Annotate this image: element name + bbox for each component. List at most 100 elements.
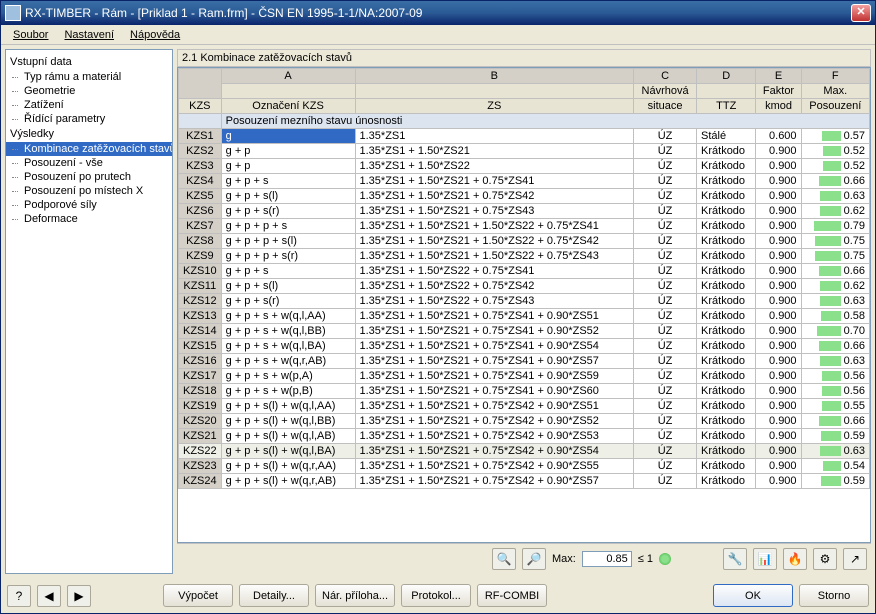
- cell-situace[interactable]: ÚZ: [634, 384, 697, 399]
- cell-situace[interactable]: ÚZ: [634, 189, 697, 204]
- cell-zs[interactable]: 1.35*ZS1 + 1.50*ZS21 + 1.50*ZS22 + 0.75*…: [355, 219, 634, 234]
- cell-ttz[interactable]: Krátkodo: [697, 369, 756, 384]
- table-row[interactable]: KZS17g + p + s + w(p,A)1.35*ZS1 + 1.50*Z…: [179, 369, 870, 384]
- cell-situace[interactable]: ÚZ: [634, 144, 697, 159]
- cell-ttz[interactable]: Krátkodo: [697, 249, 756, 264]
- tool-2-icon[interactable]: 📊: [753, 548, 777, 570]
- cell-posouzeni[interactable]: 0.66: [801, 339, 869, 354]
- cell-oznaceni[interactable]: g + p + s(r): [221, 204, 355, 219]
- table-row[interactable]: KZS22g + p + s(l) + w(q,l,BA)1.35*ZS1 + …: [179, 444, 870, 459]
- cell-posouzeni[interactable]: 0.75: [801, 234, 869, 249]
- cell-oznaceni[interactable]: g + p + p + s(l): [221, 234, 355, 249]
- table-row[interactable]: KZS6g + p + s(r)1.35*ZS1 + 1.50*ZS21 + 0…: [179, 204, 870, 219]
- cell-oznaceni[interactable]: g + p + s(l): [221, 189, 355, 204]
- cell-zs[interactable]: 1.35*ZS1 + 1.50*ZS21 + 0.75*ZS41 + 0.90*…: [355, 339, 634, 354]
- cell-kmod[interactable]: 0.900: [756, 234, 801, 249]
- cell-zs[interactable]: 1.35*ZS1 + 1.50*ZS21 + 0.75*ZS42 + 0.90*…: [355, 459, 634, 474]
- table-row[interactable]: KZS7g + p + p + s1.35*ZS1 + 1.50*ZS21 + …: [179, 219, 870, 234]
- cell-posouzeni[interactable]: 0.63: [801, 354, 869, 369]
- cell-oznaceni[interactable]: g + p + s(l): [221, 279, 355, 294]
- protokol-button[interactable]: Protokol...: [401, 584, 471, 607]
- table-row[interactable]: KZS18g + p + s + w(p,B)1.35*ZS1 + 1.50*Z…: [179, 384, 870, 399]
- cell-ttz[interactable]: Krátkodo: [697, 234, 756, 249]
- table-row[interactable]: KZS10g + p + s1.35*ZS1 + 1.50*ZS22 + 0.7…: [179, 264, 870, 279]
- cell-situace[interactable]: ÚZ: [634, 399, 697, 414]
- tree-item[interactable]: Typ rámu a materiál: [6, 70, 172, 84]
- help-icon[interactable]: ?: [7, 585, 31, 607]
- cell-kmod[interactable]: 0.900: [756, 219, 801, 234]
- table-row[interactable]: KZS3g + p1.35*ZS1 + 1.50*ZS22ÚZKrátkodo0…: [179, 159, 870, 174]
- cell-zs[interactable]: 1.35*ZS1 + 1.50*ZS21: [355, 144, 634, 159]
- col-B[interactable]: B: [355, 69, 634, 84]
- cell-oznaceni[interactable]: g + p + s(l) + w(q,r,AA): [221, 459, 355, 474]
- col-D[interactable]: D: [697, 69, 756, 84]
- cell-posouzeni[interactable]: 0.55: [801, 399, 869, 414]
- cell-kmod[interactable]: 0.900: [756, 324, 801, 339]
- col-A[interactable]: A: [221, 69, 355, 84]
- cell-posouzeni[interactable]: 0.54: [801, 459, 869, 474]
- results-grid[interactable]: A B C D E F Návrhová Faktor: [177, 67, 871, 543]
- menu-file[interactable]: Soubor: [5, 27, 56, 43]
- cell-ttz[interactable]: Krátkodo: [697, 384, 756, 399]
- table-row[interactable]: KZS13g + p + s + w(q,l,AA)1.35*ZS1 + 1.5…: [179, 309, 870, 324]
- details-button[interactable]: Detaily...: [239, 584, 309, 607]
- menu-settings[interactable]: Nastavení: [56, 27, 122, 43]
- cell-zs[interactable]: 1.35*ZS1: [355, 129, 634, 144]
- cell-oznaceni[interactable]: g + p + p + s: [221, 219, 355, 234]
- cell-kmod[interactable]: 0.900: [756, 399, 801, 414]
- cell-posouzeni[interactable]: 0.66: [801, 264, 869, 279]
- cell-situace[interactable]: ÚZ: [634, 249, 697, 264]
- cell-kmod[interactable]: 0.900: [756, 294, 801, 309]
- table-row[interactable]: KZS2g + p1.35*ZS1 + 1.50*ZS21ÚZKrátkodo0…: [179, 144, 870, 159]
- cell-ttz[interactable]: Krátkodo: [697, 474, 756, 489]
- cell-situace[interactable]: ÚZ: [634, 369, 697, 384]
- cell-oznaceni[interactable]: g + p + s + w(q,l,AA): [221, 309, 355, 324]
- cell-posouzeni[interactable]: 0.62: [801, 204, 869, 219]
- cell-ttz[interactable]: Krátkodo: [697, 459, 756, 474]
- cell-posouzeni[interactable]: 0.52: [801, 159, 869, 174]
- tree-item[interactable]: Geometrie: [6, 84, 172, 98]
- table-row[interactable]: KZS23g + p + s(l) + w(q,r,AA)1.35*ZS1 + …: [179, 459, 870, 474]
- cell-ttz[interactable]: Krátkodo: [697, 144, 756, 159]
- cell-oznaceni[interactable]: g + p + s + w(q,r,AB): [221, 354, 355, 369]
- table-row[interactable]: KZS20g + p + s(l) + w(q,l,BB)1.35*ZS1 + …: [179, 414, 870, 429]
- cell-oznaceni[interactable]: g + p + s(l) + w(q,l,BB): [221, 414, 355, 429]
- cell-ttz[interactable]: Krátkodo: [697, 264, 756, 279]
- table-row[interactable]: KZS8g + p + p + s(l)1.35*ZS1 + 1.50*ZS21…: [179, 234, 870, 249]
- table-row[interactable]: KZS16g + p + s + w(q,r,AB)1.35*ZS1 + 1.5…: [179, 354, 870, 369]
- nav-tree[interactable]: Vstupní dataTyp rámu a materiálGeometrie…: [5, 49, 173, 574]
- cell-zs[interactable]: 1.35*ZS1 + 1.50*ZS21 + 0.75*ZS42 + 0.90*…: [355, 429, 634, 444]
- cell-zs[interactable]: 1.35*ZS1 + 1.50*ZS21 + 1.50*ZS22 + 0.75*…: [355, 249, 634, 264]
- cell-ttz[interactable]: Krátkodo: [697, 294, 756, 309]
- cell-ttz[interactable]: Krátkodo: [697, 159, 756, 174]
- cell-situace[interactable]: ÚZ: [634, 444, 697, 459]
- cell-posouzeni[interactable]: 0.58: [801, 309, 869, 324]
- cell-oznaceni[interactable]: g + p + s: [221, 264, 355, 279]
- rfcombi-button[interactable]: RF-COMBI: [477, 584, 547, 607]
- table-row[interactable]: KZS19g + p + s(l) + w(q,l,AA)1.35*ZS1 + …: [179, 399, 870, 414]
- table-row[interactable]: KZS24g + p + s(l) + w(q,r,AB)1.35*ZS1 + …: [179, 474, 870, 489]
- cell-ttz[interactable]: Krátkodo: [697, 324, 756, 339]
- cell-oznaceni[interactable]: g + p + s(l) + w(q,l,BA): [221, 444, 355, 459]
- cell-situace[interactable]: ÚZ: [634, 429, 697, 444]
- table-row[interactable]: KZS4g + p + s1.35*ZS1 + 1.50*ZS21 + 0.75…: [179, 174, 870, 189]
- cell-zs[interactable]: 1.35*ZS1 + 1.50*ZS22 + 0.75*ZS42: [355, 279, 634, 294]
- table-row[interactable]: KZS11g + p + s(l)1.35*ZS1 + 1.50*ZS22 + …: [179, 279, 870, 294]
- cell-ttz[interactable]: Krátkodo: [697, 309, 756, 324]
- tool-1-icon[interactable]: 🔧: [723, 548, 747, 570]
- cell-ttz[interactable]: Krátkodo: [697, 429, 756, 444]
- cell-kmod[interactable]: 0.900: [756, 444, 801, 459]
- cell-zs[interactable]: 1.35*ZS1 + 1.50*ZS21 + 1.50*ZS22 + 0.75*…: [355, 234, 634, 249]
- col-E[interactable]: E: [756, 69, 801, 84]
- table-row[interactable]: KZS9g + p + p + s(r)1.35*ZS1 + 1.50*ZS21…: [179, 249, 870, 264]
- cell-zs[interactable]: 1.35*ZS1 + 1.50*ZS21 + 0.75*ZS41 + 0.90*…: [355, 324, 634, 339]
- cell-situace[interactable]: ÚZ: [634, 324, 697, 339]
- cell-situace[interactable]: ÚZ: [634, 474, 697, 489]
- cell-kmod[interactable]: 0.900: [756, 309, 801, 324]
- cell-ttz[interactable]: Stálé: [697, 129, 756, 144]
- cell-kmod[interactable]: 0.900: [756, 384, 801, 399]
- cell-situace[interactable]: ÚZ: [634, 354, 697, 369]
- cell-situace[interactable]: ÚZ: [634, 339, 697, 354]
- cell-oznaceni[interactable]: g + p + s: [221, 174, 355, 189]
- ok-button[interactable]: OK: [713, 584, 793, 607]
